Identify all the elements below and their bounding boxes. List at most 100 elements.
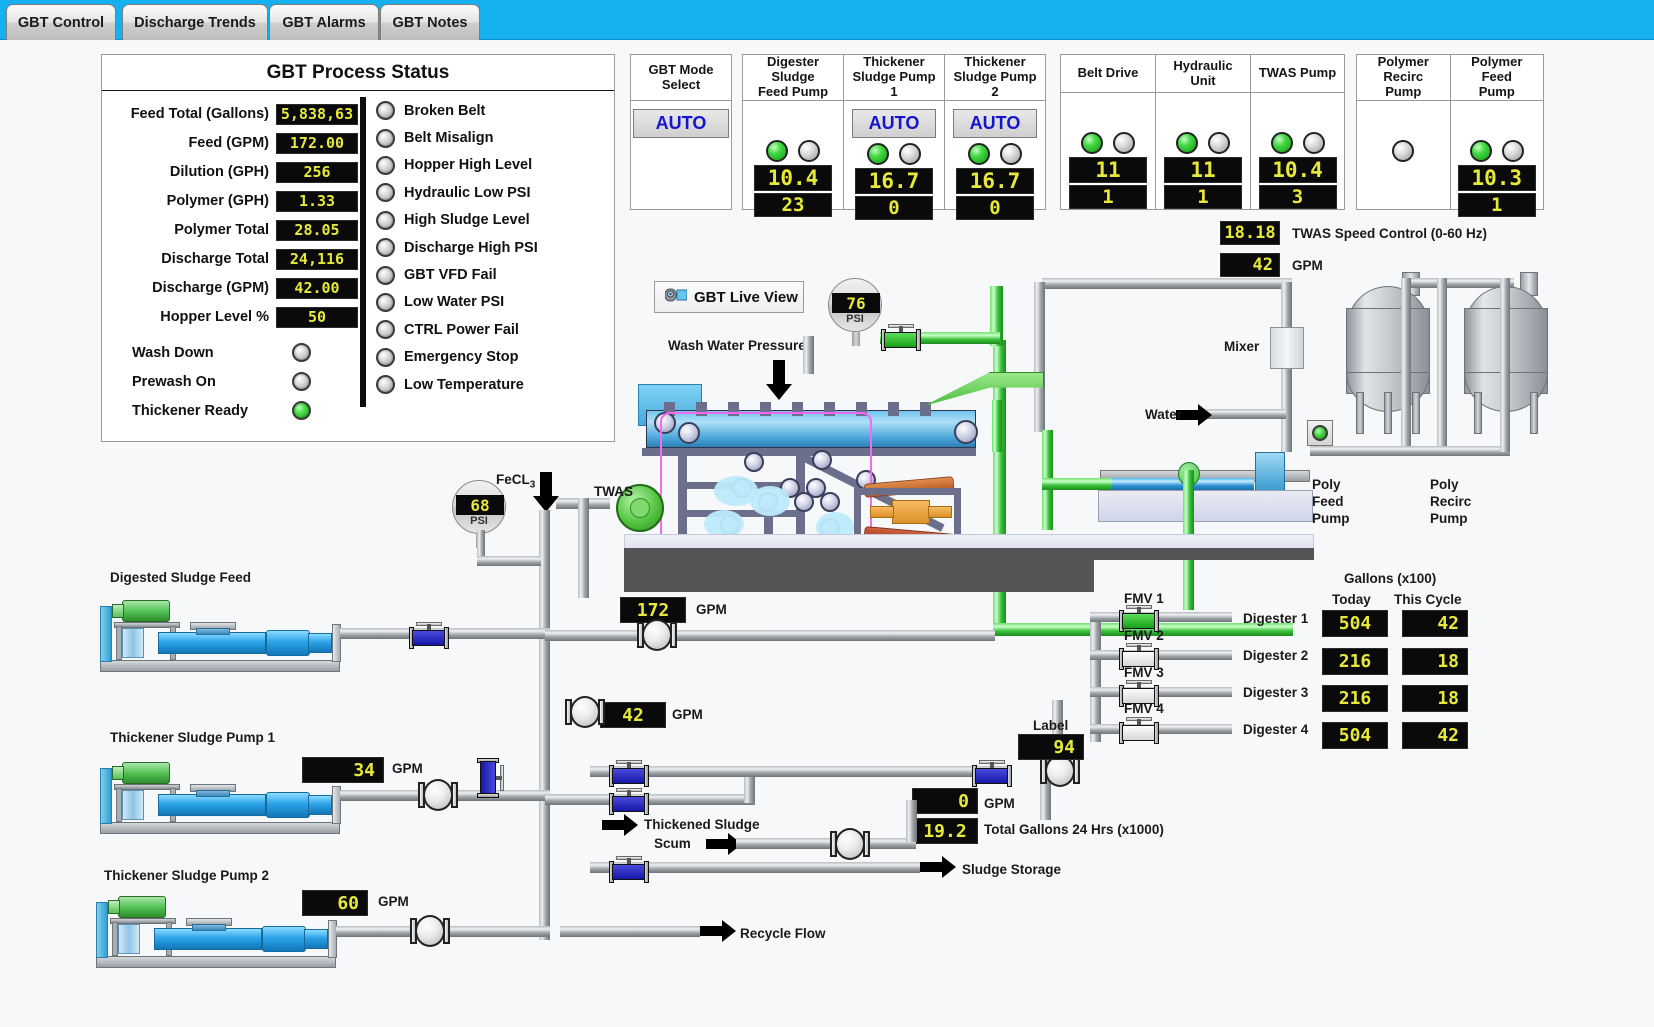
valve-body <box>1122 725 1156 741</box>
title-line-2: Sludge Pump 2 <box>953 69 1036 99</box>
pump-digested-sludge-feed <box>100 598 340 678</box>
meter-flange-right <box>670 622 677 648</box>
panel-title: GBT Process Status <box>102 55 614 91</box>
tab-gbt-alarms[interactable]: GBT Alarms <box>269 4 379 40</box>
digester-3-today: 216 <box>1322 685 1388 712</box>
twas-flow-value: 42 <box>1220 253 1280 277</box>
run-led <box>1081 132 1103 154</box>
valve-body <box>884 332 918 348</box>
readout-polymer-gph: Polymer (GPH) 1.33 <box>102 190 358 212</box>
readout-value: 172.00 <box>276 133 358 154</box>
manifold-valve-1[interactable] <box>612 760 650 790</box>
mode-button[interactable]: AUTO <box>852 109 936 138</box>
pump-saddle-pad <box>192 924 226 931</box>
belt-path-outline <box>660 412 872 546</box>
fmv-1-label: FMV 1 <box>1124 591 1164 606</box>
valve-flange-right <box>644 861 649 883</box>
run-led <box>766 140 788 162</box>
feed-pump-valve[interactable] <box>412 622 450 652</box>
mode-select-auto-button[interactable]: AUTO <box>633 109 729 138</box>
discharge-flow-unit: GPM <box>672 707 703 722</box>
equipment-twas-pump[interactable]: TWAS Pump 10.4 3 <box>1251 55 1344 209</box>
readout-feed-total: Feed Total (Gallons) 5,838,63 <box>102 103 358 125</box>
pipe-digester-header <box>1090 612 1101 742</box>
gravity-belt-thickener-unit <box>624 360 1324 590</box>
pipe-manifold-mid <box>545 794 755 805</box>
zero-flow-unit: GPM <box>984 796 1015 811</box>
fecl3-label: FeCL3 <box>496 472 535 491</box>
manifold-valve-3[interactable] <box>975 760 1013 790</box>
scum-label: Scum <box>654 836 691 851</box>
alarm-led <box>376 238 395 257</box>
gbt-live-view-button[interactable]: GBT Live View <box>654 281 804 313</box>
flow-meter-tp1 <box>418 779 458 813</box>
status-leds <box>968 143 1022 165</box>
alarm-led <box>376 183 395 202</box>
tensioner-rail <box>854 488 961 495</box>
digester-4-today: 504 <box>1322 722 1388 749</box>
equipment-title: TWAS Pump <box>1251 55 1344 93</box>
readout-label: Feed Total (Gallons) <box>131 106 269 122</box>
alarm-belt-misalign: Belt Misalign <box>376 124 616 151</box>
generic-label-title: Label <box>1033 718 1068 733</box>
feed-flow-unit: GPM <box>696 602 727 617</box>
tab-gbt-notes[interactable]: GBT Notes <box>380 4 480 40</box>
alarm-low-temperature: Low Temperature <box>376 371 616 398</box>
poly-tank-1 <box>1340 286 1436 416</box>
digester-2-name: Digester 2 <box>1243 648 1308 663</box>
equipment-thickener-sludge-pump-1[interactable]: ThickenerSludge Pump 1 AUTO 16.7 0 <box>844 55 945 209</box>
valve-flange-right <box>644 765 649 787</box>
mode-select-cell: GBT Mode Select AUTO <box>631 55 731 209</box>
equipment-digester-sludge-feed-pump[interactable]: Digester SludgeFeed Pump 10.4 23 <box>743 55 844 209</box>
valve-body <box>612 864 646 880</box>
digester-table-col-cycle: This Cycle <box>1394 592 1462 607</box>
pump-saddle-pad <box>196 790 230 797</box>
sludge-storage-valve[interactable] <box>612 856 650 886</box>
tab-discharge-trends[interactable]: Discharge Trends <box>122 4 268 40</box>
equipment-value-secondary: 1 <box>1069 185 1147 209</box>
stop-led <box>798 140 820 162</box>
equipment-value-secondary: 23 <box>754 193 832 217</box>
equipment-polymer-feed-pump[interactable]: Polymer FeedPump 10.3 1 <box>1451 55 1544 209</box>
gbt-mode-select-panel: GBT Mode Select AUTO <box>630 54 732 210</box>
equipment-value-secondary: 1 <box>1458 193 1536 217</box>
stop-led <box>1502 140 1524 162</box>
readout-polymer-total: Polymer Total 28.05 <box>102 219 358 241</box>
stop-led <box>899 143 921 165</box>
digested-sludge-feed-label: Digested Sludge Feed <box>110 570 251 585</box>
fmv-3-label: FMV 3 <box>1124 665 1164 680</box>
mode-button[interactable]: AUTO <box>953 109 1037 138</box>
run-led <box>867 143 889 165</box>
fmv-4-valve[interactable] <box>1122 717 1160 747</box>
alarm-led <box>376 129 395 148</box>
title-line-1: Polymer Recirc <box>1378 54 1429 84</box>
wash-water-valve[interactable] <box>884 324 922 354</box>
meter-body <box>835 828 865 860</box>
poly-recirc-pump-label-3: Pump <box>1430 511 1468 526</box>
thickened-sludge-arrow-icon <box>602 814 638 836</box>
indicator-prewash-on: Prewash On <box>132 372 311 391</box>
equipment-body <box>1357 101 1450 209</box>
equipment-body: 10.4 23 <box>743 101 843 217</box>
pump-motor-cap <box>112 604 124 618</box>
alarm-led <box>376 211 395 230</box>
tp1-isolation-valve[interactable] <box>474 761 504 799</box>
equipment-belt-drive[interactable]: Belt Drive 11 1 <box>1061 55 1156 209</box>
gauge-unit: PSI <box>453 515 505 527</box>
equipment-thickener-sludge-pump-2[interactable]: ThickenerSludge Pump 2 AUTO 16.7 0 <box>945 55 1045 209</box>
equipment-hydraulic-unit[interactable]: Hydraulic Unit 11 1 <box>1156 55 1251 209</box>
recycle-flow-label: Recycle Flow <box>740 926 826 941</box>
alarm-led <box>376 101 395 120</box>
equipment-value-secondary: 0 <box>855 196 933 220</box>
tank-leg <box>1474 392 1482 434</box>
equipment-title: Polymer FeedPump <box>1451 55 1544 101</box>
readout-label: Discharge (GPM) <box>152 280 269 296</box>
equipment-polymer-recirc-pump[interactable]: Polymer RecircPump <box>1357 55 1451 209</box>
alarm-led <box>376 266 395 285</box>
flow-meter-manifold <box>1040 755 1080 789</box>
pipe-recycle-flow <box>560 926 700 937</box>
readout-label: Dilution (GPH) <box>170 164 269 180</box>
equipment-value-primary: 10.3 <box>1458 165 1536 191</box>
title-line-2: Sludge Pump 1 <box>852 69 935 99</box>
tab-gbt-control[interactable]: GBT Control <box>6 4 116 40</box>
